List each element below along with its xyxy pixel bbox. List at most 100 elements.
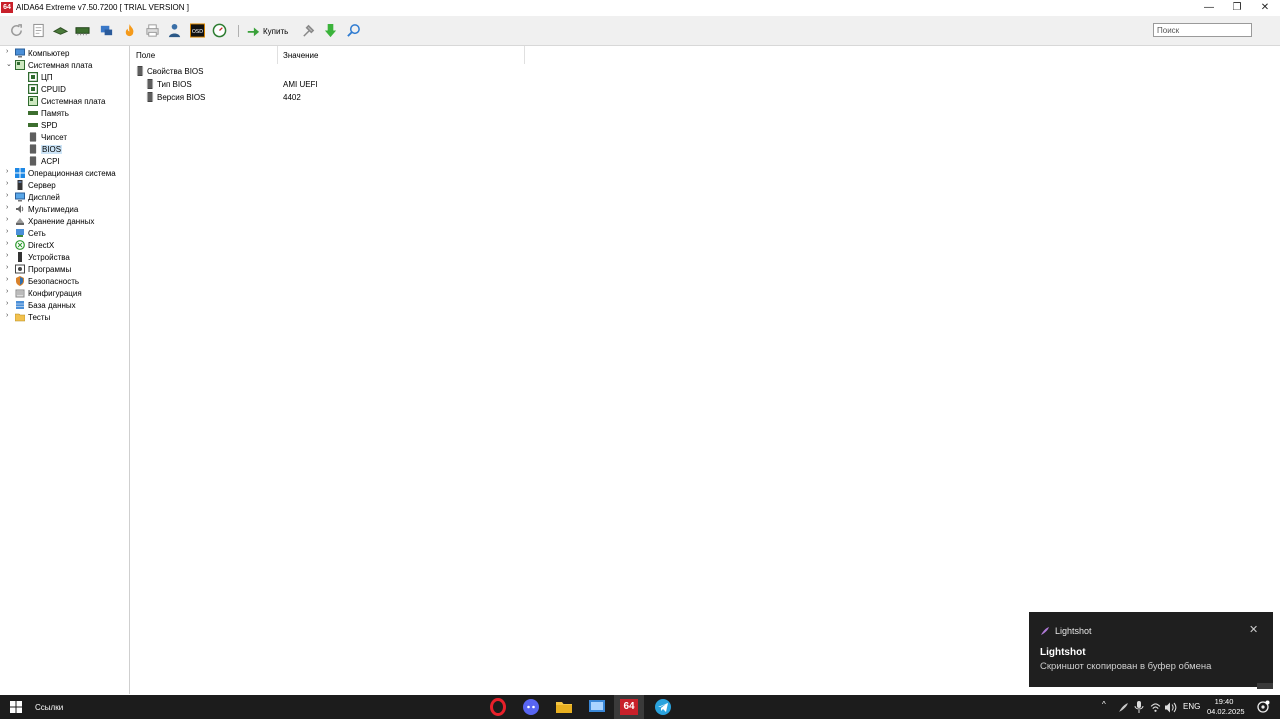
flame-icon[interactable] — [122, 23, 137, 38]
lightshot-tray-icon[interactable] — [1118, 702, 1129, 713]
tree-item-acpi[interactable]: ACPI — [28, 155, 60, 167]
report-icon[interactable] — [31, 23, 46, 38]
links-toolbar-label[interactable]: Ссылки — [35, 703, 63, 712]
window-title: AIDA64 Extreme v7.50.7200 [ TRIAL VERSIO… — [16, 3, 189, 12]
taskbar: Ссылки 64 ^ ENG 19:40 04.02.2025 — [0, 695, 1280, 719]
tree-item-server[interactable]: › Сервер — [6, 179, 56, 191]
tree-item-database[interactable]: › База данных — [6, 299, 76, 311]
motherboard-icon[interactable] — [53, 23, 68, 38]
tree-item-spd[interactable]: SPD — [28, 119, 57, 131]
svg-text:OSD: OSD — [192, 29, 203, 35]
expand-chevron-icon[interactable]: › — [6, 192, 8, 199]
language-indicator[interactable]: ENG — [1183, 702, 1200, 711]
tools-icon[interactable] — [301, 23, 316, 38]
tree-item-label: DirectX — [28, 240, 55, 250]
group-label: Свойства BIOS — [147, 66, 204, 76]
table-row[interactable]: Тип BIOS — [146, 78, 192, 90]
restore-button[interactable]: ❐ — [1222, 0, 1252, 15]
database-icon — [16, 301, 24, 309]
file-explorer-icon[interactable] — [555, 698, 573, 716]
buy-button[interactable]: Купить — [246, 23, 288, 39]
tree-item-cpuid[interactable]: CPUID — [28, 83, 66, 95]
network-icon[interactable] — [99, 23, 114, 38]
tree-item-configuration[interactable]: › Конфигурация — [6, 287, 82, 299]
volume-icon[interactable] — [1165, 702, 1177, 713]
tree-item-multimedia[interactable]: › Мультимедиа — [6, 203, 79, 215]
microphone-icon[interactable] — [1134, 701, 1144, 713]
download-arrow-icon[interactable] — [323, 23, 338, 38]
tree-item-label: Программы — [28, 264, 72, 274]
network-icon — [16, 229, 24, 237]
spd-icon — [28, 123, 38, 127]
memory-icon — [28, 111, 38, 115]
tree-item-system-board[interactable]: Системная плата — [28, 95, 106, 107]
lightshot-notification[interactable]: Lightshot ✕ Lightshot Скриншот скопирова… — [1029, 612, 1273, 689]
server-icon — [17, 180, 23, 190]
field-value: AMI UEFI — [283, 80, 318, 89]
tree-item-tests[interactable]: › Тесты — [6, 311, 50, 323]
tree-item-cpu[interactable]: ЦП — [28, 71, 53, 83]
expand-chevron-icon[interactable]: › — [6, 48, 8, 55]
tree-item-chipset[interactable]: Чипсет — [28, 131, 67, 143]
tree-item-memory[interactable]: Память — [28, 107, 69, 119]
telegram-icon[interactable] — [654, 698, 672, 716]
wifi-icon[interactable] — [1150, 702, 1161, 713]
memory-icon[interactable] — [75, 23, 90, 38]
opera-browser-icon[interactable] — [489, 698, 507, 716]
tree-item-label: Хранение данных — [28, 216, 95, 226]
tree-item-network[interactable]: › Сеть — [6, 227, 46, 239]
expand-chevron-icon[interactable]: › — [6, 312, 8, 319]
tree-item-directx[interactable]: › DirectX — [6, 239, 55, 251]
table-row[interactable]: Версия BIOS — [146, 91, 205, 103]
notification-close-button[interactable]: ✕ — [1249, 623, 1258, 636]
refresh-icon[interactable] — [9, 23, 24, 38]
expand-chevron-icon[interactable]: › — [6, 228, 8, 235]
discord-icon[interactable] — [522, 698, 540, 716]
tree-item-label: Мультимедиа — [28, 204, 79, 214]
expand-chevron-icon[interactable]: › — [6, 300, 8, 307]
tree-item-devices[interactable]: › Устройства — [6, 251, 70, 263]
tree-item-storage[interactable]: › Хранение данных — [6, 215, 95, 227]
expand-chevron-icon[interactable]: › — [6, 288, 8, 295]
tree-item-display[interactable]: › Дисплей — [6, 191, 60, 203]
expand-chevron-icon[interactable]: › — [6, 252, 8, 259]
remote-desktop-icon[interactable] — [588, 698, 606, 716]
search-input[interactable] — [1153, 23, 1252, 37]
notification-center-icon[interactable] — [1256, 700, 1270, 714]
tree-item-security[interactable]: › Безопасность — [6, 275, 79, 287]
expand-chevron-icon[interactable]: › — [6, 180, 8, 187]
tree-item-label: SPD — [41, 120, 58, 130]
tree-item-programs[interactable]: › Программы — [6, 263, 72, 275]
search-icon[interactable] — [346, 23, 361, 38]
expand-chevron-icon[interactable]: › — [6, 264, 8, 271]
expand-chevron-icon[interactable]: › — [6, 168, 8, 175]
tree-item-motherboard[interactable]: ⌄ Системная плата — [6, 59, 93, 71]
group-row-bios-properties[interactable]: Свойства BIOS — [136, 65, 203, 77]
windows-start-icon[interactable] — [10, 701, 22, 713]
person-icon[interactable] — [167, 23, 182, 38]
column-header-value[interactable]: Значение — [278, 46, 525, 64]
field-name: Тип BIOS — [157, 79, 192, 89]
system-clock[interactable]: 19:40 04.02.2025 — [1207, 697, 1245, 717]
expand-chevron-icon[interactable]: › — [6, 216, 8, 223]
expand-chevron-icon[interactable]: › — [6, 240, 8, 247]
column-header-field[interactable]: Поле — [131, 46, 278, 64]
minimize-button[interactable]: — — [1194, 0, 1224, 15]
osd-icon[interactable]: OSD — [190, 23, 205, 38]
computer-icon — [15, 48, 25, 58]
printer-icon[interactable] — [145, 23, 160, 38]
gauge-icon[interactable] — [212, 23, 227, 38]
aida64-taskbar-button[interactable]: 64 — [614, 695, 644, 719]
aida64-taskbar-icon: 64 — [620, 699, 638, 715]
tree-item-bios[interactable]: BIOS — [28, 143, 63, 155]
tree-item-label: Чипсет — [41, 132, 67, 142]
tray-overflow-chevron[interactable]: ^ — [1102, 700, 1106, 709]
clock-date: 04.02.2025 — [1207, 707, 1245, 716]
tree-item-operating-system[interactable]: › Операционная система — [6, 167, 116, 179]
expand-chevron-icon[interactable]: › — [6, 204, 8, 211]
close-button[interactable]: ✕ — [1250, 0, 1280, 15]
collapse-chevron-icon[interactable]: ⌄ — [6, 60, 12, 68]
expand-chevron-icon[interactable]: › — [6, 276, 8, 283]
tree-item-computer[interactable]: › Компьютер — [6, 47, 69, 59]
tree-item-label: Сеть — [28, 228, 46, 238]
